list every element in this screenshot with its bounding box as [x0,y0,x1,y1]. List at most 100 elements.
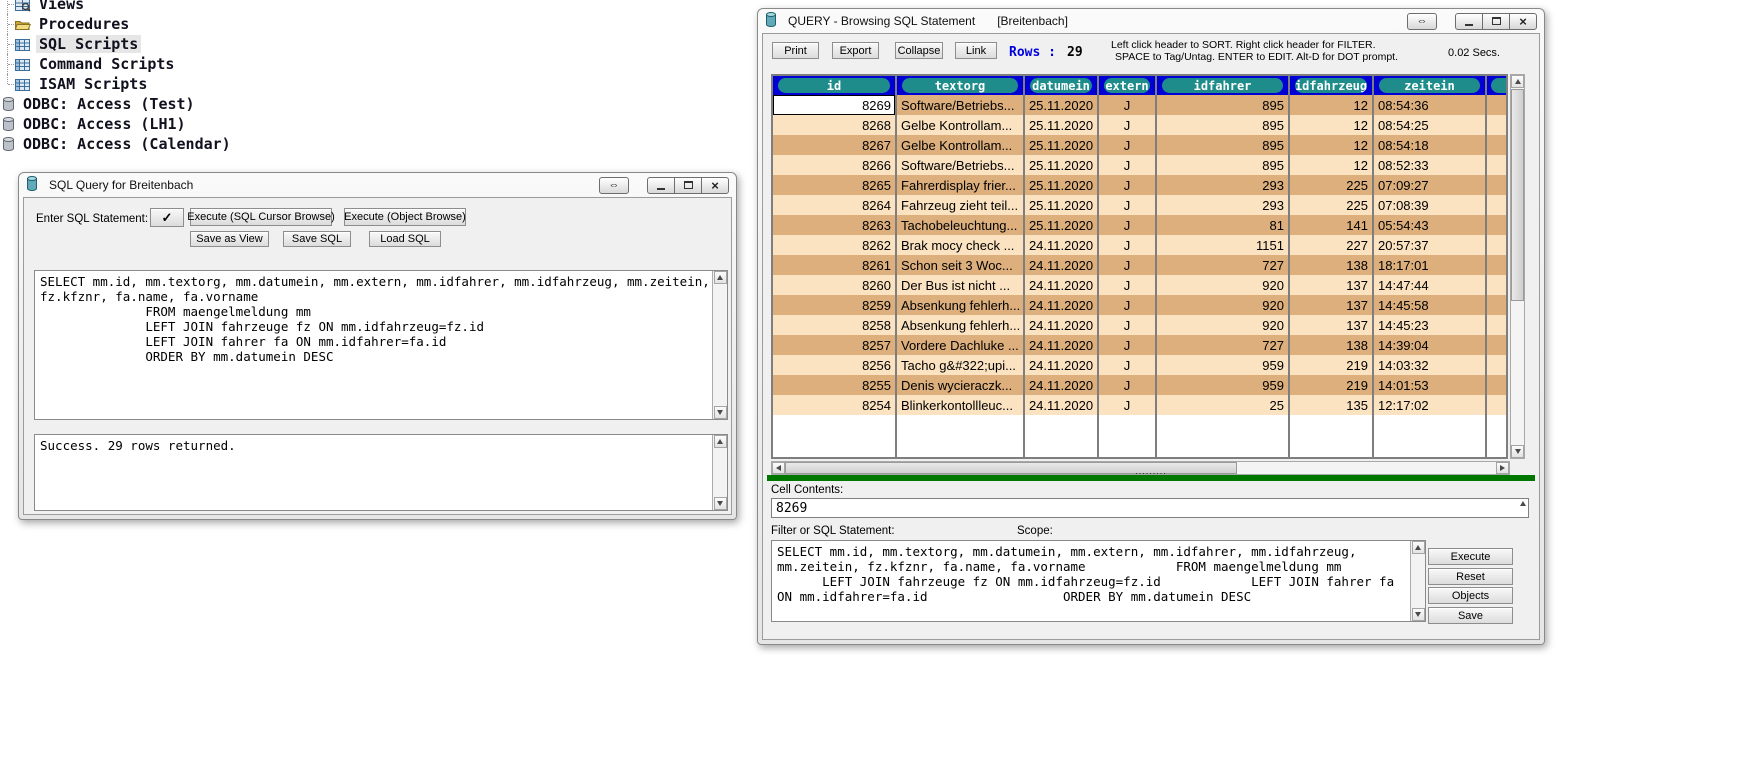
link-button[interactable]: Link [955,42,997,59]
cell-datumein[interactable]: 25.11.2020 [1025,115,1099,135]
cell-datumein[interactable]: 25.11.2020 [1025,175,1099,195]
cell-textorg[interactable]: Absenkung fehlerh... [897,295,1025,315]
cell-zeitein[interactable]: 08:54:18 [1374,135,1487,155]
scroll-up-icon[interactable] [1511,75,1524,88]
tree-item[interactable]: ODBC: Access (LH1) [2,114,234,134]
cell-datumein[interactable]: 24.11.2020 [1025,375,1099,395]
column-header-idfahrzeug[interactable]: idfahrzeug [1290,76,1374,95]
cell-textorg[interactable]: Schon seit 3 Woc... [897,255,1025,275]
cell-zeitein[interactable]: 08:54:36 [1374,95,1487,115]
cell-idfahrer[interactable]: 895 [1157,95,1290,115]
reset-button[interactable]: Reset [1428,568,1513,585]
cell-extern[interactable]: J [1099,215,1157,235]
scroll-right-icon[interactable] [1496,462,1509,474]
cell-idfahrer[interactable]: 293 [1157,195,1290,215]
cell-datumein[interactable]: 24.11.2020 [1025,355,1099,375]
vertical-scroll-thumb[interactable] [1511,89,1524,301]
cell-datumein[interactable]: 24.11.2020 [1025,335,1099,355]
cell-idfahrzeug[interactable]: 135 [1290,395,1374,415]
tree-item[interactable]: ISAM Scripts [2,74,234,94]
cell-id[interactable]: 8254 [773,395,897,415]
close-button[interactable]: × [701,177,729,194]
cell-textorg[interactable]: Gelbe Kontrollam... [897,115,1025,135]
minimize-button[interactable] [647,177,675,194]
tree-item[interactable]: SQL Scripts [2,34,234,54]
cell-idfahrzeug[interactable]: 225 [1290,195,1374,215]
cell-datumein[interactable]: 25.11.2020 [1025,155,1099,175]
cell-idfahrer[interactable]: 727 [1157,255,1290,275]
cell-idfahrer[interactable]: 959 [1157,355,1290,375]
objects-button[interactable]: Objects [1428,587,1513,604]
cell-extern[interactable]: J [1099,375,1157,395]
cell-zeitein[interactable]: 05:54:43 [1374,215,1487,235]
maximize-button[interactable] [674,177,702,194]
sql-status-text[interactable]: Success. 29 rows returned. [35,435,712,510]
query-window-titlebar[interactable]: QUERY - Browsing SQL Statement [Breitenb… [758,9,1544,33]
cell-id[interactable]: 8265 [773,175,897,195]
cell-idfahrer[interactable]: 920 [1157,295,1290,315]
cell-idfahrer[interactable]: 727 [1157,335,1290,355]
scroll-down-icon[interactable] [714,497,727,510]
cell-id[interactable]: 8258 [773,315,897,335]
cell-id[interactable]: 8257 [773,335,897,355]
cell-datumein[interactable]: 25.11.2020 [1025,215,1099,235]
cell-datumein[interactable]: 25.11.2020 [1025,95,1099,115]
cell-idfahrzeug[interactable]: 227 [1290,235,1374,255]
cell-datumein[interactable]: 25.11.2020 [1025,195,1099,215]
cell-datumein[interactable]: 24.11.2020 [1025,295,1099,315]
cell-idfahrzeug[interactable]: 219 [1290,375,1374,395]
cell-idfahrzeug[interactable]: 141 [1290,215,1374,235]
cell-textorg[interactable]: Absenkung fehlerh... [897,315,1025,335]
cell-extern[interactable]: J [1099,195,1157,215]
status-textarea-scrollbar[interactable] [712,435,727,510]
cell-id[interactable]: 8269 [773,95,897,115]
cell-idfahrer[interactable]: 895 [1157,115,1290,135]
filter-sql-textarea[interactable]: SELECT mm.id, mm.textorg, mm.datumein, m… [771,540,1426,622]
scroll-up-icon[interactable] [714,435,727,448]
sql-statement-textarea[interactable]: SELECT mm.id, mm.textorg, mm.datumein, m… [34,270,728,420]
cell-extern[interactable]: J [1099,255,1157,275]
cell-idfahrer[interactable]: 920 [1157,275,1290,295]
cell-zeitein[interactable]: 12:17:02 [1374,395,1487,415]
cell-extern[interactable]: J [1099,335,1157,355]
print-button[interactable]: Print [772,42,819,59]
cell-datumein[interactable]: 24.11.2020 [1025,315,1099,335]
sql-window-titlebar[interactable]: SQL Query for Breitenbach ⇔ × [19,173,736,197]
cell-extern[interactable]: J [1099,315,1157,335]
cell-zeitein[interactable]: 14:47:44 [1374,275,1487,295]
cell-extern[interactable]: J [1099,295,1157,315]
tree-item[interactable]: ODBC: Access (Test) [2,94,234,114]
cell-extern[interactable]: J [1099,135,1157,155]
cell-textorg[interactable]: Tachobeleuchtung... [897,215,1025,235]
cell-textorg[interactable]: Gelbe Kontrollam... [897,135,1025,155]
cell-extern[interactable]: J [1099,115,1157,135]
cell-zeitein[interactable]: 14:39:04 [1374,335,1487,355]
cell-zeitein[interactable]: 08:54:25 [1374,115,1487,135]
cell-textorg[interactable]: Brak mocy check ... [897,235,1025,255]
cell-idfahrzeug[interactable]: 137 [1290,275,1374,295]
cell-id[interactable]: 8259 [773,295,897,315]
filter-textarea-scrollbar[interactable] [1410,541,1425,621]
cell-textorg[interactable]: Der Bus ist nicht ... [897,275,1025,295]
cell-extern[interactable]: J [1099,395,1157,415]
column-header-extern[interactable]: extern [1099,76,1157,95]
tree-item[interactable]: ODBC: Access (Calendar) [2,134,234,154]
cell-textorg[interactable]: Software/Betriebs... [897,155,1025,175]
horizontal-scroll-thumb[interactable] [785,462,1237,474]
column-header-id[interactable]: id [773,76,897,95]
cell-idfahrzeug[interactable]: 225 [1290,175,1374,195]
cell-textorg[interactable]: Blinkerkontollleuc... [897,395,1025,415]
sql-textarea-scrollbar[interactable] [712,271,727,419]
cell-zeitein[interactable]: 08:52:33 [1374,155,1487,175]
cell-id[interactable]: 8263 [773,215,897,235]
cell-textorg[interactable]: Fahrzeug zieht teil... [897,195,1025,215]
cell-zeitein[interactable]: 18:17:01 [1374,255,1487,275]
cell-id[interactable]: 8268 [773,115,897,135]
scroll-left-icon[interactable] [772,462,785,474]
cell-zeitein[interactable]: 14:45:58 [1374,295,1487,315]
check-sql-button[interactable]: ✓ [150,208,184,227]
scroll-up-icon[interactable] [1520,501,1526,506]
minimize-button[interactable] [1455,13,1483,30]
cell-idfahrzeug[interactable]: 12 [1290,95,1374,115]
tree-item[interactable]: Command Scripts [2,54,234,74]
